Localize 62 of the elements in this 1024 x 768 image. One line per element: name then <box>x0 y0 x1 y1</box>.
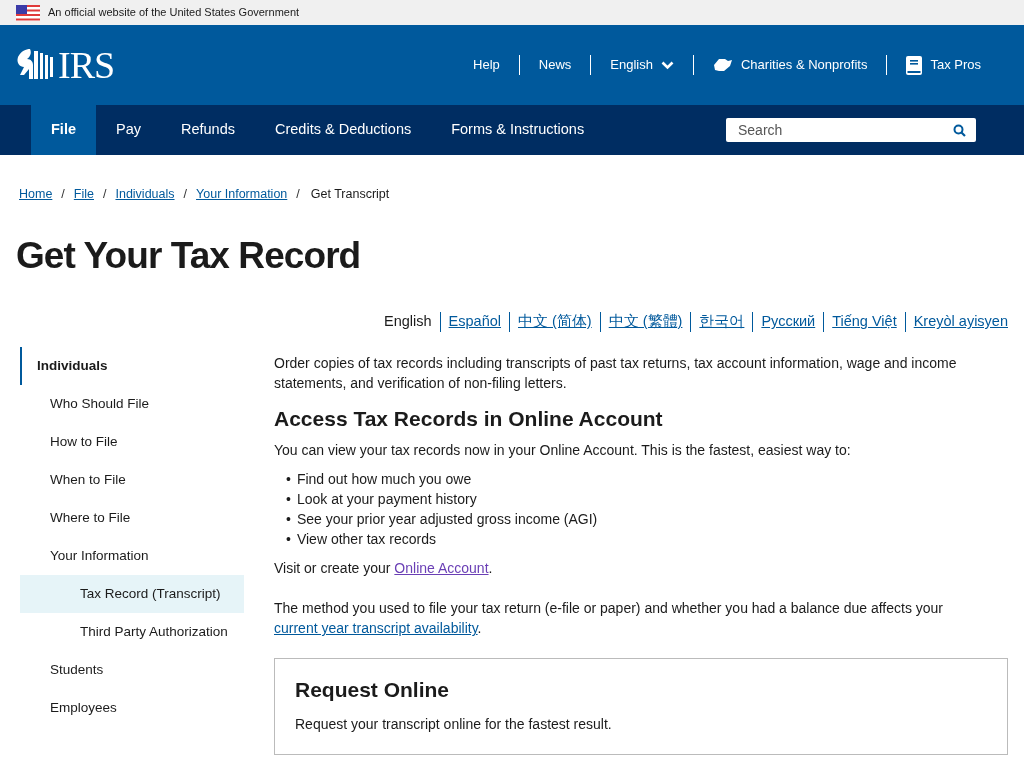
lead-paragraph: You can view your tax records now in your Online Account. This is the fastest, easiest way to: <box>274 441 852 461</box>
language-link[interactable]: 한국어 <box>699 311 745 333</box>
card-text: Request your transcript online for the fastest result. <box>295 714 613 734</box>
breadcrumb-link[interactable]: File <box>73 184 94 204</box>
sidebar-item[interactable]: How to File <box>20 423 244 461</box>
intro-paragraph: Order copies of tax records including transcripts of past tax returns, tax account information, wage and income statements, and verification of non-filing letters. <box>274 354 958 393</box>
bullet-marker: • <box>286 470 291 490</box>
breadcrumb-link[interactable]: Home <box>19 184 53 204</box>
breadcrumb-separator: / <box>103 185 107 203</box>
nav-tab[interactable]: File <box>31 105 96 155</box>
bullet-marker: • <box>286 530 291 550</box>
language-link[interactable]: Русский <box>761 311 816 333</box>
breadcrumb-separator: / <box>183 185 188 203</box>
bullet-marker: • <box>286 490 291 510</box>
header-link[interactable]: Help <box>473 55 500 75</box>
language-link[interactable]: 中文 (繁體) <box>608 311 683 333</box>
sidebar-item[interactable]: Employees <box>20 689 244 727</box>
page-title: Get Your Tax Record <box>16 234 362 278</box>
breadcrumb-current: Get Transcript <box>310 185 390 203</box>
header-link[interactable]: Charities & Nonprofits <box>712 55 868 75</box>
bullet-marker: • <box>286 510 291 530</box>
language-link[interactable]: Español <box>448 311 501 333</box>
bullet-item: View other tax records <box>296 530 436 550</box>
body-paragraph: The method you used to file your tax return (e-file or paper) and whether you had a balance due affects your current year transcript availability. <box>274 599 945 639</box>
breadcrumb-link[interactable]: Individuals <box>115 184 175 204</box>
nav-tab[interactable]: Credits & Deductions <box>255 105 432 155</box>
language-link[interactable]: English <box>384 311 432 333</box>
language-link[interactable]: Tiếng Việt <box>832 311 897 333</box>
book-icon <box>906 55 923 75</box>
nav-tab[interactable]: Pay <box>96 105 161 155</box>
text-link[interactable]: current year transcript availability <box>274 620 478 637</box>
search-field[interactable]: Search <box>726 118 976 142</box>
breadcrumb-separator: / <box>296 185 300 203</box>
text-link[interactable]: Online Account <box>394 560 489 577</box>
bullet-item: Find out how much you owe <box>296 470 472 490</box>
bullet-item: Look at your payment history <box>296 490 477 510</box>
flag-icon <box>16 4 40 21</box>
sidebar-item[interactable]: Third Party Authorization <box>20 613 244 651</box>
sidebar-item[interactable]: When to File <box>20 461 244 499</box>
sidebar-item[interactable]: Your Information <box>20 537 244 575</box>
sidebar-item[interactable]: Who Should File <box>20 385 244 423</box>
section-heading: Access Tax Records in Online Account <box>274 406 664 432</box>
caret-icon <box>660 60 674 70</box>
bullet-item: See your prior year adjusted gross income (AGI) <box>296 510 598 530</box>
breadcrumb-link[interactable]: Your Information <box>196 184 288 204</box>
header-link[interactable]: News <box>538 55 572 75</box>
nav-tab[interactable]: Refunds <box>161 105 255 155</box>
official-website-text: An official website of the United States Government <box>48 5 300 21</box>
language-link[interactable]: 中文 (简体) <box>518 311 592 333</box>
nav-tab[interactable]: Forms & Instructions <box>431 105 605 155</box>
language-link[interactable]: Kreyòl ayisyen <box>913 311 1008 333</box>
body-paragraph: Visit or create your Online Account. <box>274 559 494 579</box>
card-title: Request Online <box>295 677 451 704</box>
sidebar-item[interactable]: Individuals <box>20 347 244 385</box>
header-link[interactable]: Tax Pros <box>906 55 981 75</box>
irs-logo-text[interactable]: IRS <box>58 46 115 84</box>
breadcrumb-separator: / <box>61 185 65 203</box>
sidebar-item[interactable]: Students <box>20 651 244 689</box>
sidebar-item[interactable]: Tax Record (Transcript) <box>20 575 244 613</box>
language-dropdown[interactable]: English <box>610 55 674 75</box>
sidebar-item[interactable]: Where to File <box>20 499 244 537</box>
search-icon[interactable] <box>953 124 966 137</box>
